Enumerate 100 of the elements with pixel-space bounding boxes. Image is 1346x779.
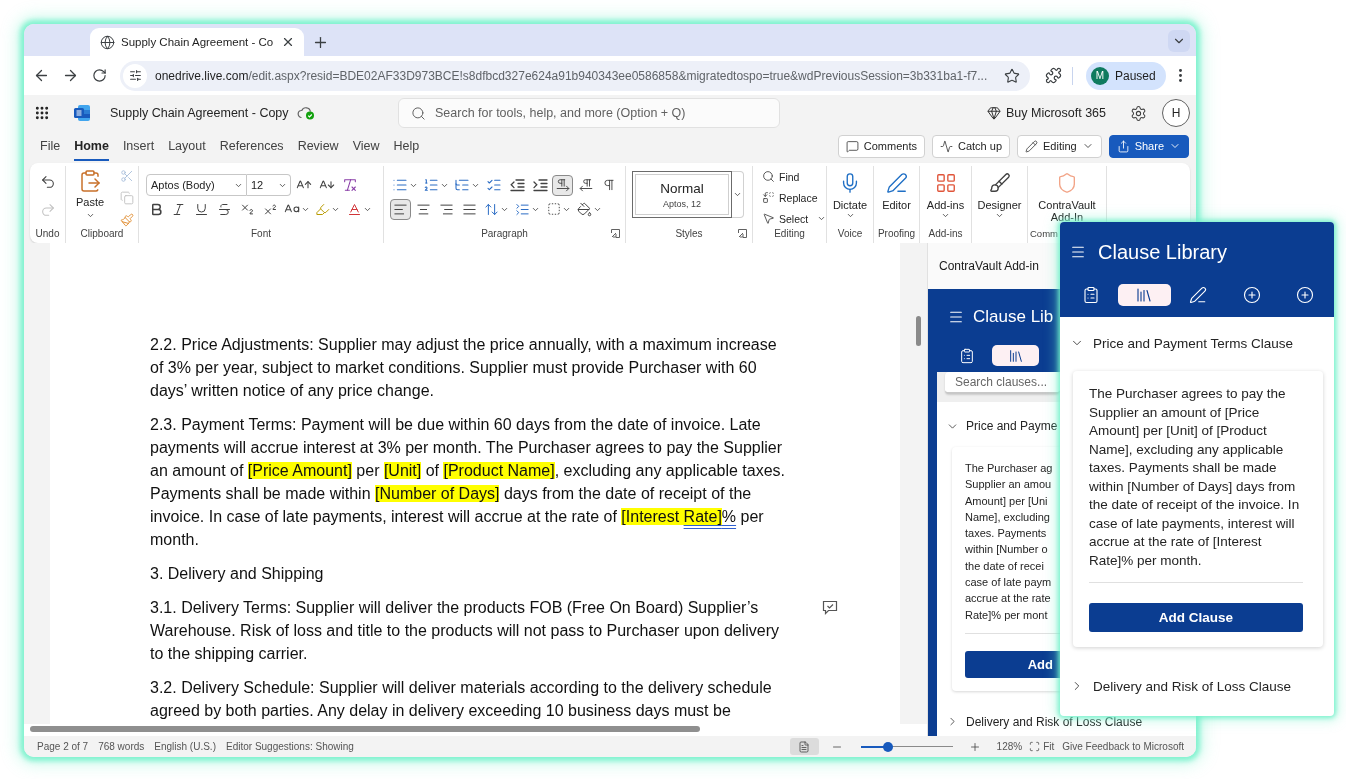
- pilcrow-icon[interactable]: [601, 178, 616, 192]
- account-button[interactable]: H: [1162, 99, 1190, 127]
- paste-button[interactable]: Paste: [70, 169, 110, 227]
- site-info-icon[interactable]: [123, 63, 147, 88]
- left-to-right-button[interactable]: [552, 174, 573, 196]
- italic-icon[interactable]: [171, 201, 186, 217]
- editing-command[interactable]: Find: [762, 166, 826, 187]
- ribbon-large-button[interactable]: Add-ins: [920, 166, 971, 220]
- catch-up-button[interactable]: Catch up: [931, 134, 1010, 158]
- forward-icon[interactable]: [62, 67, 79, 84]
- editing-command[interactable]: Replace: [762, 187, 826, 208]
- caret-icon[interactable]: [817, 214, 826, 223]
- menu-icon[interactable]: [1070, 244, 1086, 260]
- buy-button[interactable]: Buy Microsoft 365: [986, 106, 1106, 120]
- paragraph-spacing-icon[interactable]: [515, 201, 530, 217]
- app-launcher-icon[interactable]: [34, 105, 50, 121]
- menu-tab[interactable]: Home: [74, 131, 109, 161]
- zoom-percentage[interactable]: 128%: [996, 741, 1023, 752]
- dialog-launcher-icon[interactable]: [738, 229, 747, 238]
- address-bar[interactable]: onedrive.live.com/edit.aspx?resid=BDE02AF33D973BCE!s8dfbcd327e624a91b940343ee0586858&migratedtospo=true&wdPreviousSession=3b331ba1-f7...: [120, 60, 1030, 91]
- search-field[interactable]: Search for tools, help, and more (Option + Q): [398, 98, 780, 128]
- bullets-icon[interactable]: [391, 177, 408, 193]
- ribbon-large-button[interactable]: Editor: [874, 166, 919, 211]
- font-name-dropdown[interactable]: Aptos (Body): [146, 174, 247, 196]
- library-tab[interactable]: [992, 345, 1039, 366]
- comments-button[interactable]: Comments: [837, 134, 925, 158]
- comment-icon[interactable]: [822, 600, 838, 615]
- library-tab[interactable]: [1117, 284, 1171, 306]
- bold-icon[interactable]: [149, 201, 164, 217]
- ribbon-large-button[interactable]: Dictate: [827, 166, 873, 220]
- menu-tab[interactable]: File: [40, 131, 61, 161]
- ribbon-large-button[interactable]: Designer: [972, 166, 1027, 220]
- horizontal-scrollbar-thumb[interactable]: [30, 726, 700, 732]
- menu-icon[interactable]: [948, 309, 964, 325]
- bookmark-star-icon[interactable]: [1004, 67, 1020, 84]
- caret-icon[interactable]: [85, 211, 95, 220]
- accordion-header[interactable]: Price and Payme: [937, 418, 1058, 434]
- status-text: 768 words: [98, 741, 145, 752]
- menu-tab[interactable]: Insert: [122, 131, 155, 161]
- add-clause-button[interactable]: Add: [965, 650, 1061, 678]
- shading-icon[interactable]: [577, 201, 592, 217]
- font-color-icon[interactable]: [346, 201, 362, 217]
- align-right-icon: [439, 201, 454, 217]
- browser-tab[interactable]: Supply Chain Agreement - Co: [90, 28, 304, 56]
- menu-tab[interactable]: View: [352, 131, 380, 161]
- right-to-left-icon: [578, 178, 593, 192]
- editing-mode-dropdown[interactable]: Editing: [1017, 134, 1102, 158]
- dialog-launcher-icon[interactable]: [611, 229, 620, 238]
- feedback-link[interactable]: Give Feedback to Microsoft: [1062, 741, 1184, 752]
- checklist-icon[interactable]: [485, 177, 502, 193]
- fit-button[interactable]: Fit: [1029, 741, 1055, 752]
- tab-list-button[interactable]: [1168, 30, 1190, 52]
- menu-tab[interactable]: Layout: [168, 131, 206, 161]
- replace-icon: [762, 191, 775, 204]
- close-icon[interactable]: [281, 35, 295, 49]
- zoom-in-icon[interactable]: [968, 740, 981, 753]
- editing-command[interactable]: Select: [762, 208, 826, 229]
- add-clause-button[interactable]: Add Clause: [1089, 603, 1303, 632]
- document-title[interactable]: Supply Chain Agreement - Copy: [110, 106, 289, 120]
- numbering-icon[interactable]: [422, 177, 439, 193]
- strikethrough-icon[interactable]: [217, 201, 232, 217]
- back-icon[interactable]: [33, 67, 50, 84]
- ribbon-large-button[interactable]: ContraVault Add-In: [1028, 166, 1106, 223]
- group-label: Add-ins: [928, 228, 963, 239]
- style-gallery-item[interactable]: Normal Aptos, 12: [632, 171, 732, 218]
- menu-tab[interactable]: References: [219, 131, 284, 161]
- caret-icon[interactable]: [941, 211, 950, 220]
- page-icon: [798, 740, 811, 753]
- subscript-icon[interactable]: [240, 201, 255, 217]
- extensions-icon[interactable]: [1044, 67, 1062, 84]
- accordion-header[interactable]: Price and Payment Terms Clause: [1060, 333, 1294, 353]
- undo-icon[interactable]: [39, 174, 56, 190]
- slider-thumb[interactable]: [883, 741, 894, 752]
- align-left-button[interactable]: [390, 198, 411, 220]
- menu-tab[interactable]: Review: [297, 131, 339, 161]
- vertical-scrollbar-thumb[interactable]: [916, 316, 921, 346]
- indent-decrease-icon[interactable]: [508, 177, 525, 193]
- settings-icon[interactable]: [1130, 104, 1147, 122]
- reload-icon[interactable]: [92, 68, 107, 83]
- superscript-icon[interactable]: [263, 201, 278, 217]
- profile-button[interactable]: M Paused: [1086, 61, 1166, 90]
- multilevel-list-icon[interactable]: [453, 177, 470, 193]
- page-view-button[interactable]: [789, 738, 819, 755]
- caret-icon[interactable]: [995, 211, 1004, 220]
- clause-text: The Purchaser ag Supplier an amou Amount] per [Uni Name], excluding taxes. Payments within [Number o the date of recei case of late paym accrue at the rate Rate]% per mont: [965, 461, 1053, 623]
- menu-tab[interactable]: Help: [393, 131, 420, 161]
- indent-increase-icon[interactable]: [531, 177, 548, 193]
- line-spacing-icon[interactable]: [484, 201, 499, 217]
- borders-icon[interactable]: [546, 202, 561, 216]
- clear-formatting-icon[interactable]: [341, 177, 358, 193]
- cloud-saved-icon[interactable]: [296, 106, 315, 120]
- accordion-header[interactable]: Delivery and Risk of Loss Clause: [937, 713, 1143, 730]
- caret-icon[interactable]: [845, 211, 855, 220]
- caret-icon[interactable]: [733, 190, 742, 199]
- highlighter-icon[interactable]: [314, 201, 330, 217]
- accordion-header[interactable]: Delivery and Risk of Loss Clause: [1060, 676, 1292, 696]
- underline-icon[interactable]: [194, 201, 209, 217]
- share-button[interactable]: Share: [1108, 134, 1189, 158]
- font-size-dropdown[interactable]: 12: [247, 174, 291, 196]
- search-field[interactable]: Search clauses...: [945, 372, 1060, 394]
